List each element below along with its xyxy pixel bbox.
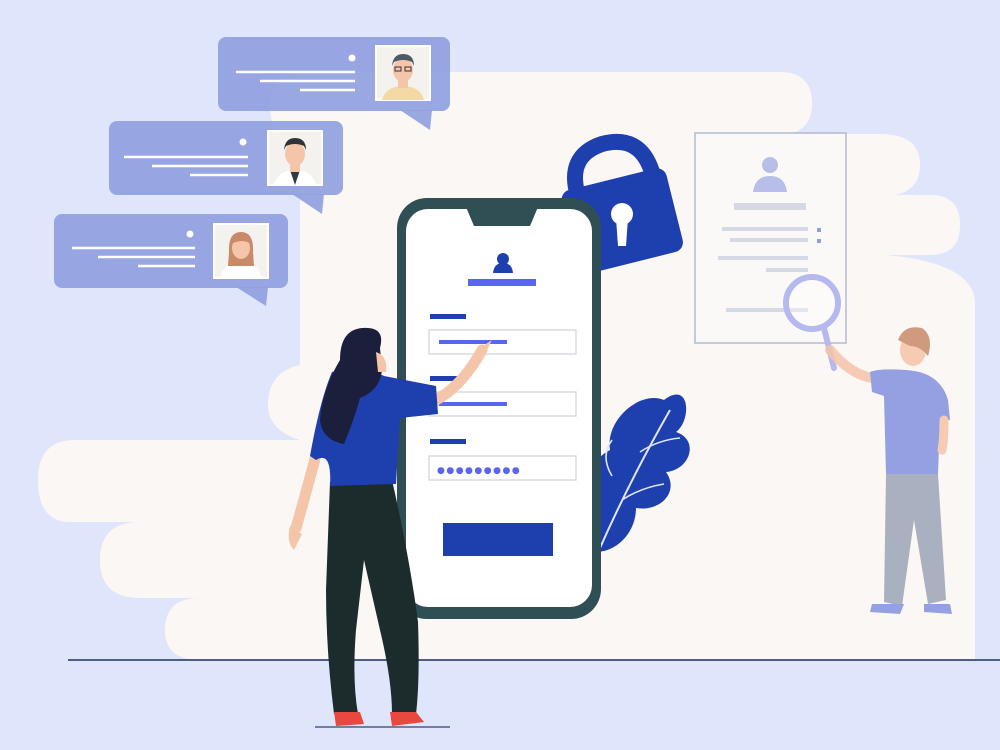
email-text xyxy=(439,402,507,406)
man-avatar xyxy=(267,130,323,186)
login-security-illustration: ●●●●●●●●● xyxy=(0,0,1000,750)
field-label xyxy=(430,314,466,319)
username-text xyxy=(439,340,507,344)
profile-title-bar xyxy=(468,279,536,286)
submit-button[interactable] xyxy=(443,523,553,556)
woman-avatar xyxy=(213,223,269,279)
chat-bubble xyxy=(109,121,343,214)
field-label xyxy=(430,439,466,444)
chat-bubble xyxy=(54,214,288,306)
man-with-glasses-avatar xyxy=(375,45,431,101)
phone-notch xyxy=(466,207,538,226)
password-mask: ●●●●●●●●● xyxy=(437,466,521,476)
